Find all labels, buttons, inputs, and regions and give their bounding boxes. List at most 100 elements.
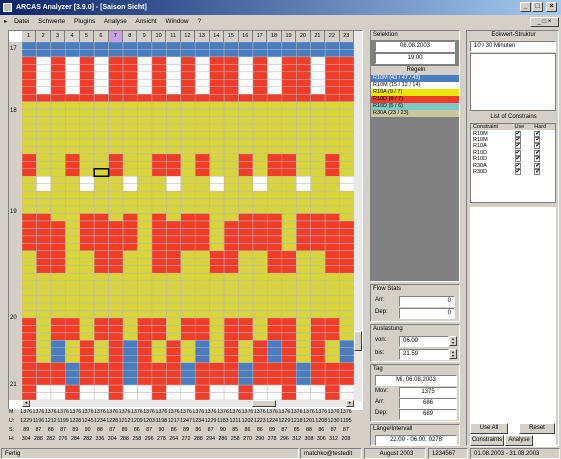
grid-cell[interactable]	[209, 369, 225, 378]
grid-cell[interactable]	[238, 190, 254, 199]
grid-cell[interactable]	[339, 116, 354, 125]
grid-cell[interactable]	[252, 101, 268, 110]
grid-cell[interactable]	[180, 93, 196, 102]
grid-cell[interactable]	[281, 369, 297, 378]
use-checkbox[interactable]: ✔	[514, 162, 521, 169]
grid-cell[interactable]	[65, 71, 80, 80]
grid-cell[interactable]	[50, 347, 66, 356]
grid-cell[interactable]	[36, 377, 52, 386]
grid-cell[interactable]	[166, 49, 182, 58]
grid-cell[interactable]	[151, 86, 167, 95]
column-header-cell[interactable]: 1	[22, 31, 37, 42]
grid-cell[interactable]	[339, 302, 354, 311]
grid-cell[interactable]	[180, 332, 196, 341]
grid-cell[interactable]	[108, 287, 124, 296]
grid-cell[interactable]	[267, 258, 283, 266]
grid-cell[interactable]	[194, 355, 210, 363]
grid-cell[interactable]	[296, 64, 311, 73]
grid-cell[interactable]	[296, 355, 311, 363]
grid-cell[interactable]	[238, 86, 254, 95]
grid-cell[interactable]	[65, 362, 80, 371]
grid-cell[interactable]	[324, 243, 340, 252]
grid-cell[interactable]	[22, 146, 37, 155]
grid-cell[interactable]	[122, 168, 138, 177]
grid-cell[interactable]	[252, 272, 268, 281]
hard-checkbox[interactable]: ✔	[534, 162, 540, 169]
grid-cell[interactable]	[151, 220, 167, 229]
grid-cell[interactable]	[50, 49, 66, 58]
column-header-cell[interactable]: 17	[252, 31, 268, 42]
grid-cell[interactable]	[238, 347, 254, 356]
grid-cell[interactable]	[151, 384, 167, 393]
grid-cell[interactable]	[194, 392, 210, 400]
grid-cell[interactable]	[79, 56, 95, 65]
grid-cell[interactable]	[122, 64, 138, 73]
grid-cell[interactable]	[324, 101, 340, 110]
grid-cell[interactable]	[22, 220, 37, 229]
grid-cell[interactable]	[209, 213, 225, 222]
grid-cell[interactable]	[180, 384, 196, 393]
grid-cell[interactable]	[209, 71, 225, 80]
grid-cell[interactable]	[65, 79, 80, 88]
grid-cell[interactable]	[281, 280, 297, 289]
grid-cell[interactable]	[209, 86, 225, 95]
grid-cell[interactable]	[79, 161, 95, 170]
grid-cell[interactable]	[209, 384, 225, 393]
grid-cell[interactable]	[93, 317, 109, 326]
grid-cell[interactable]	[180, 347, 196, 356]
grid-cell[interactable]	[209, 183, 225, 192]
grid-cell[interactable]	[108, 49, 124, 58]
grid-cell[interactable]	[267, 265, 283, 274]
grid-cell[interactable]	[93, 176, 109, 184]
grid-cell[interactable]	[194, 116, 210, 125]
grid-cell[interactable]	[281, 123, 297, 132]
menu-plugins[interactable]: Plugins	[74, 18, 95, 25]
grid-cell[interactable]	[238, 384, 254, 393]
grid-cell[interactable]	[252, 243, 268, 252]
grid-cell[interactable]	[194, 243, 210, 252]
grid-cell[interactable]	[324, 42, 340, 50]
selection-time-field[interactable]: 19:00	[375, 53, 455, 64]
grid-cell[interactable]	[339, 384, 354, 393]
grid-cell[interactable]	[223, 340, 239, 349]
grid-cell[interactable]	[36, 325, 52, 334]
grid-cell[interactable]	[324, 79, 340, 88]
grid-cell[interactable]	[166, 369, 182, 378]
grid-cell[interactable]	[65, 198, 80, 207]
grid-cell[interactable]	[339, 220, 354, 229]
grid-cell[interactable]	[151, 123, 167, 132]
grid-cell[interactable]	[22, 287, 37, 296]
grid-cell[interactable]	[22, 64, 37, 73]
grid-cell[interactable]	[339, 347, 354, 356]
grid-cell[interactable]	[194, 228, 210, 237]
grid-cell[interactable]	[267, 243, 283, 252]
grid-cell[interactable]	[93, 79, 109, 88]
grid-cell[interactable]	[180, 302, 196, 311]
grid-cell[interactable]	[50, 265, 66, 274]
grid-cell[interactable]	[267, 228, 283, 237]
grid-cell[interactable]	[151, 347, 167, 356]
grid-cell[interactable]	[50, 161, 66, 170]
grid-cell[interactable]	[194, 272, 210, 281]
grid-cell[interactable]	[22, 272, 37, 281]
eckwert-list[interactable]	[470, 53, 556, 111]
grid-cell[interactable]	[22, 108, 37, 117]
grid-cell[interactable]	[209, 295, 225, 304]
grid-cell[interactable]	[93, 101, 109, 110]
grid-cell[interactable]	[209, 138, 225, 147]
grid-cell[interactable]	[296, 228, 311, 237]
grid-cell[interactable]	[50, 220, 66, 229]
grid-cell[interactable]	[238, 332, 254, 341]
grid-cell[interactable]	[108, 362, 124, 371]
grid-cell[interactable]	[267, 146, 283, 155]
minimize-button[interactable]: _	[520, 2, 531, 12]
grid-cell[interactable]	[36, 168, 52, 177]
grid-cell[interactable]	[194, 49, 210, 58]
grid-cell[interactable]	[310, 377, 326, 386]
grid-cell[interactable]	[339, 93, 354, 102]
grid-cell[interactable]	[36, 317, 52, 326]
grid-cell[interactable]	[36, 272, 52, 281]
grid-cell[interactable]	[93, 86, 109, 95]
grid-cell[interactable]	[36, 332, 52, 341]
grid-cell[interactable]	[296, 49, 311, 58]
